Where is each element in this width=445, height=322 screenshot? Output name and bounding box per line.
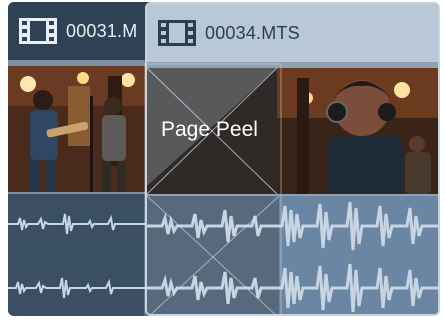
transition-label[interactable]: Page Peel	[161, 118, 258, 142]
audio-waveform	[8, 194, 158, 316]
clip-name: 00034.MTS	[205, 22, 300, 43]
clip-00031[interactable]: 00031.M	[8, 2, 158, 316]
timeline-track: 00031.M 00034.MTS Page Peel	[0, 0, 445, 322]
film-strip-icon	[19, 18, 57, 44]
clip-header[interactable]: 00031.M	[8, 2, 158, 60]
clip-name: 00031.M	[66, 20, 138, 41]
audio-waveform	[147, 195, 438, 314]
waveform-graphic	[147, 195, 438, 314]
video-thumbnail	[8, 66, 158, 192]
waveform-graphic	[8, 213, 158, 299]
film-strip-icon	[158, 20, 196, 46]
clip-00034[interactable]: 00034.MTS Page Peel	[145, 2, 440, 316]
clip-header[interactable]: 00034.MTS	[147, 4, 438, 62]
